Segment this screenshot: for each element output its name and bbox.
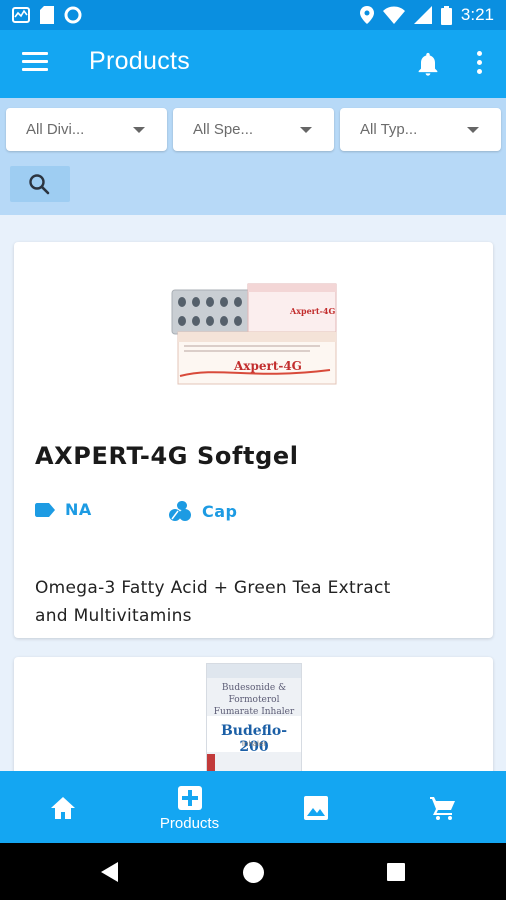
division-tag: NA <box>35 500 92 519</box>
nav-cart[interactable] <box>380 771 506 843</box>
status-bar: 3:21 <box>0 0 506 30</box>
more-options-icon[interactable] <box>470 51 488 77</box>
division-filter-label: All Divi... <box>26 121 85 138</box>
search-button[interactable] <box>10 166 70 202</box>
bottom-navigation: Products <box>0 771 506 843</box>
home-circle-icon[interactable] <box>243 862 264 883</box>
battery-icon <box>440 5 452 25</box>
nav-gallery[interactable] <box>253 771 380 843</box>
capsules-icon <box>169 501 191 521</box>
dosage-form-tag: Cap <box>168 500 238 522</box>
activity-icon <box>12 7 30 23</box>
notification-bell-icon[interactable] <box>414 50 442 78</box>
type-filter-label: All Typ... <box>360 121 418 138</box>
pack-brand-text: Axpert-4G <box>233 359 302 373</box>
type-filter-dropdown[interactable]: All Typ... <box>340 108 501 151</box>
cart-icon <box>430 797 455 820</box>
back-icon[interactable] <box>101 862 118 882</box>
sync-circle-icon <box>64 6 82 24</box>
system-navigation-bar <box>0 843 506 900</box>
division-tag-label: NA <box>65 500 92 519</box>
filter-bar: All Divi... All Spe... All Typ... <box>0 98 506 215</box>
dosage-form-label: Cap <box>202 501 238 521</box>
pack-generic-text: Budesonide & Formoterol Fumarate Inhaler <box>213 683 295 717</box>
chevron-down-icon <box>300 127 312 133</box>
product-description: Omega-3 Fatty Acid + Green Tea Extract a… <box>35 578 391 626</box>
nav-home[interactable] <box>0 771 126 843</box>
signal-icon <box>413 6 432 24</box>
location-icon <box>359 6 374 24</box>
sd-card-icon <box>40 6 54 24</box>
hamburger-menu-icon[interactable] <box>22 52 48 74</box>
division-filter-dropdown[interactable]: All Divi... <box>6 108 167 151</box>
pack-brand-text: Budeflo-200 <box>220 723 288 755</box>
wifi-icon <box>382 6 405 24</box>
home-icon <box>51 797 75 819</box>
search-icon <box>29 174 50 195</box>
clock-time: 3:21 <box>460 5 494 24</box>
product-card[interactable]: Axpert-4G Axpert-4G AXPERT-4G Softgel NA… <box>14 242 493 638</box>
svg-text:Axpert-4G: Axpert-4G <box>289 306 335 316</box>
product-name: AXPERT-4G Softgel <box>35 442 299 470</box>
medical-plus-icon <box>178 786 202 810</box>
page-title: Products <box>89 47 191 75</box>
chevron-down-icon <box>133 127 145 133</box>
recent-apps-icon[interactable] <box>387 863 405 881</box>
speciality-filter-label: All Spe... <box>193 121 254 138</box>
product-image: Axpert-4G Axpert-4G <box>171 283 337 385</box>
label-tag-icon <box>35 502 55 517</box>
app-bar: Products <box>0 30 506 98</box>
nav-products[interactable]: Products <box>126 771 253 843</box>
nav-products-label: Products <box>159 815 220 832</box>
pack-sub-text: Inhaler <box>241 740 267 748</box>
speciality-filter-dropdown[interactable]: All Spe... <box>173 108 334 151</box>
chevron-down-icon <box>467 127 479 133</box>
image-icon <box>304 796 328 820</box>
